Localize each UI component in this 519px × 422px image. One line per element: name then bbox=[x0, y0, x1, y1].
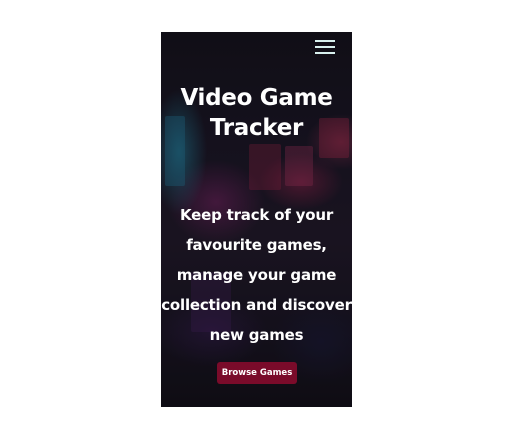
browse-games-button[interactable]: Browse Games bbox=[217, 362, 297, 384]
hamburger-menu-button[interactable] bbox=[315, 40, 337, 56]
hero-title: Video Game Tracker bbox=[180, 85, 333, 141]
mobile-viewport: Video Game Tracker Keep track of your fa… bbox=[161, 32, 352, 407]
hamburger-menu-icon bbox=[315, 40, 335, 42]
hero-tagline: Keep track of your favourite games, mana… bbox=[161, 206, 352, 344]
page: Video Game Tracker Keep track of your fa… bbox=[0, 0, 519, 422]
